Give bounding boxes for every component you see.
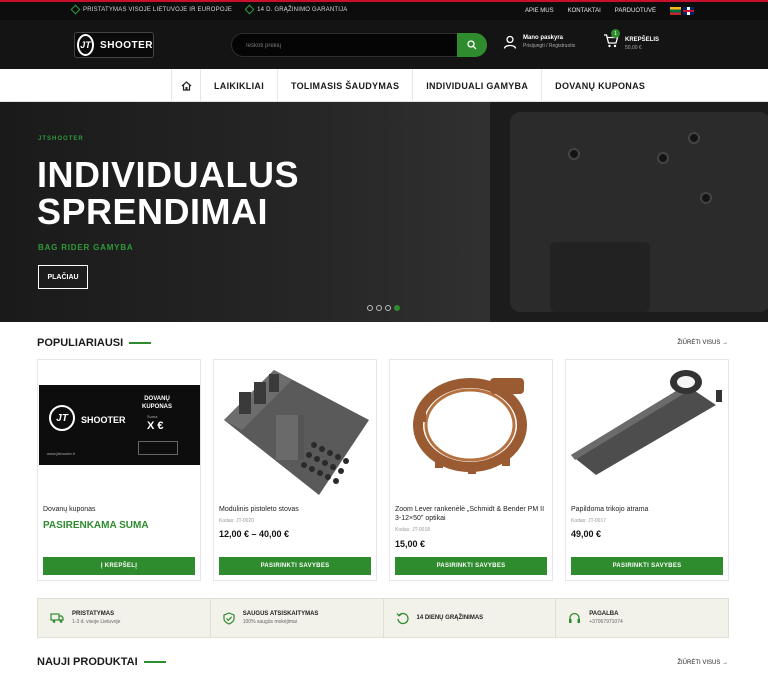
benefit-support: PAGALBA +37067971074: [556, 599, 728, 637]
account-subtitle: Prisijungti / Registruotis: [523, 43, 576, 49]
slider-dot[interactable]: [376, 305, 382, 311]
voucher-logo-mark: JT: [49, 405, 75, 431]
search-button[interactable]: [457, 33, 487, 57]
product-code: Kodas: JT-0020: [219, 518, 255, 524]
benefit-returns: 14 DIENŲ GRĄŽINIMAS: [384, 599, 557, 637]
diamond-icon: [70, 4, 81, 15]
benefits-bar: PRISTATYMAS 1-3 d. visoje Lietuvoje SAUGU…: [37, 598, 729, 638]
shop-link[interactable]: PARDUOTUVĖ: [615, 8, 656, 14]
account-title: Mano paskyra: [523, 35, 564, 41]
product-card[interactable]: Zoom Lever rankenėlė „Schmidt & Bender P…: [389, 359, 553, 581]
pistol-stand-image: [224, 370, 369, 495]
product-price: 49,00 €: [571, 529, 602, 539]
choose-options-button[interactable]: PASIRINKTI SAVYBES: [219, 557, 371, 575]
shield-check-icon: [223, 611, 235, 625]
product-card[interactable]: JT SHOOTER DOVANŲ KUPONAS Suma X € www.j…: [37, 359, 201, 581]
site-logo[interactable]: JT SHOOTER: [74, 32, 154, 58]
logo-text: SHOOTER: [100, 39, 153, 51]
cart-count-badge: 1: [611, 29, 620, 38]
return-icon: [396, 612, 409, 624]
product-image[interactable]: JT SHOOTER DOVANŲ KUPONAS Suma X € www.j…: [38, 360, 202, 500]
account-link[interactable]: Mano paskyra Prisijungti / Registruotis: [503, 35, 575, 49]
hero-subtitle: BAG RIDER GAMYBA: [38, 243, 134, 252]
tripod-rest-image: [571, 370, 722, 475]
slider-dot[interactable]: [367, 305, 373, 311]
main-navigation: LAIKIKLIAI TOLIMASIS ŠAUDYMAS INDIVIDUAL…: [0, 69, 768, 102]
product-code: Kodas: JT-0018: [395, 527, 431, 533]
new-products-view-all-link[interactable]: ŽIŪRĖTI VISUS →: [677, 660, 728, 666]
voucher-amount: X €: [147, 420, 164, 432]
diamond-icon: [244, 4, 255, 15]
product-name[interactable]: Dovanų kuponas: [43, 505, 197, 514]
contacts-link[interactable]: KONTAKTAI: [568, 8, 601, 14]
nav-item-long-range[interactable]: TOLIMASIS ŠAUDYMAS: [278, 69, 414, 102]
hero-title: INDIVIDUALUS SPRENDIMAI: [37, 154, 300, 232]
nav-item-custom-manufacturing[interactable]: INDIVIDUALI GAMYBA: [413, 69, 543, 102]
product-name[interactable]: Zoom Lever rankenėlė „Schmidt & Bender P…: [395, 505, 549, 523]
headset-icon: [569, 612, 581, 623]
slider-dot-active[interactable]: [394, 305, 400, 311]
hero-product-grip: [550, 242, 650, 312]
bolt-icon: [688, 132, 700, 144]
top-info-bar: PRISTATYMAS VISOJE LIETUVOJE IR EUROPOJE…: [0, 0, 768, 20]
hero-banner: JTSHOOTER INDIVIDUALUS SPRENDIMAI BAG RI…: [0, 102, 768, 322]
site-header: JT SHOOTER Mano paskyra Prisijungti / Re…: [0, 20, 768, 69]
voucher-site: www.jtshooter.lt: [47, 451, 75, 456]
cart-title: KREPŠELIS: [625, 36, 660, 43]
title-underline: [143, 661, 166, 663]
benefit-shipping: PRISTATYMAS 1-3 d. visoje Lietuvoje: [38, 599, 211, 637]
slider-dots: [367, 305, 400, 311]
add-to-cart-button[interactable]: Į KREPŠELĮ: [43, 557, 195, 575]
voucher-title: DOVANŲ KUPONAS: [141, 396, 172, 410]
english-flag-icon[interactable]: [683, 7, 694, 15]
bolt-icon: [657, 152, 669, 164]
voucher-sum-label: Suma: [147, 414, 158, 419]
product-price: 15,00 €: [395, 539, 426, 549]
product-image[interactable]: [566, 360, 730, 500]
zoom-lever-image: [413, 378, 527, 474]
product-card[interactable]: Modulinis pistoleto stovas Kodas: JT-002…: [213, 359, 377, 581]
hero-tagline: JTSHOOTER: [38, 136, 84, 142]
product-card[interactable]: Papildoma trikojo atrama Kodas: JT-0017 …: [565, 359, 729, 581]
cart-total: 50,00 €: [625, 44, 642, 51]
voucher-image: JT SHOOTER DOVANŲ KUPONAS Suma X € www.j…: [39, 385, 200, 465]
choose-options-button[interactable]: PASIRINKTI SAVYBES: [571, 557, 723, 575]
product-image[interactable]: [390, 360, 554, 500]
search-icon: [467, 40, 477, 50]
nav-item-gift-voucher[interactable]: DOVANŲ KUPONAS: [542, 69, 658, 102]
product-name[interactable]: Papildoma trikojo atrama: [571, 505, 725, 514]
popular-view-all-link[interactable]: ŽIŪRĖTI VISUS →: [677, 340, 728, 346]
hero-more-button[interactable]: PLAČIAU: [38, 265, 88, 289]
lithuanian-flag-icon[interactable]: [670, 7, 681, 15]
search-bar: [231, 33, 487, 57]
truck-icon: [50, 613, 64, 623]
voucher-validity-box: [138, 441, 178, 455]
home-icon: [181, 80, 191, 91]
title-underline: [129, 342, 152, 344]
product-price: 12,00 € – 40,00 €: [219, 529, 290, 539]
return-guarantee-notice: 14 D. GRĄŽINIMO GARANTIJA: [244, 4, 347, 15]
choose-options-button[interactable]: PASIRINKTI SAVYBES: [395, 557, 547, 575]
product-code: Kodas: JT-0017: [571, 518, 607, 524]
search-input[interactable]: [246, 39, 446, 52]
user-icon: [503, 35, 517, 49]
cart-link[interactable]: 1 KREPŠELIS 50,00 €: [603, 29, 660, 53]
benefit-secure-payment: SAUGUS ATSISKAITYMAS 100% saugūs mokėjima…: [211, 599, 384, 637]
product-promo: PASIRENKAMA SUMA: [43, 520, 149, 531]
nav-item-laikikliai[interactable]: LAIKIKLIAI: [201, 69, 278, 102]
bolt-icon: [568, 148, 580, 160]
product-image[interactable]: [214, 360, 378, 500]
about-link[interactable]: APIE MUS: [525, 8, 554, 14]
popular-section-title: POPULIARIAUSI: [37, 337, 152, 349]
slider-dot[interactable]: [385, 305, 391, 311]
shipping-notice: PRISTATYMAS VISOJE LIETUVOJE IR EUROPOJE: [70, 4, 232, 15]
voucher-logo-text: SHOOTER: [81, 415, 126, 425]
nav-home[interactable]: [171, 69, 201, 102]
bolt-icon: [700, 192, 712, 204]
new-products-section-title: NAUJI PRODUKTAI: [37, 656, 166, 668]
logo-mark: JT: [77, 34, 95, 56]
product-name[interactable]: Modulinis pistoleto stovas: [219, 505, 373, 514]
